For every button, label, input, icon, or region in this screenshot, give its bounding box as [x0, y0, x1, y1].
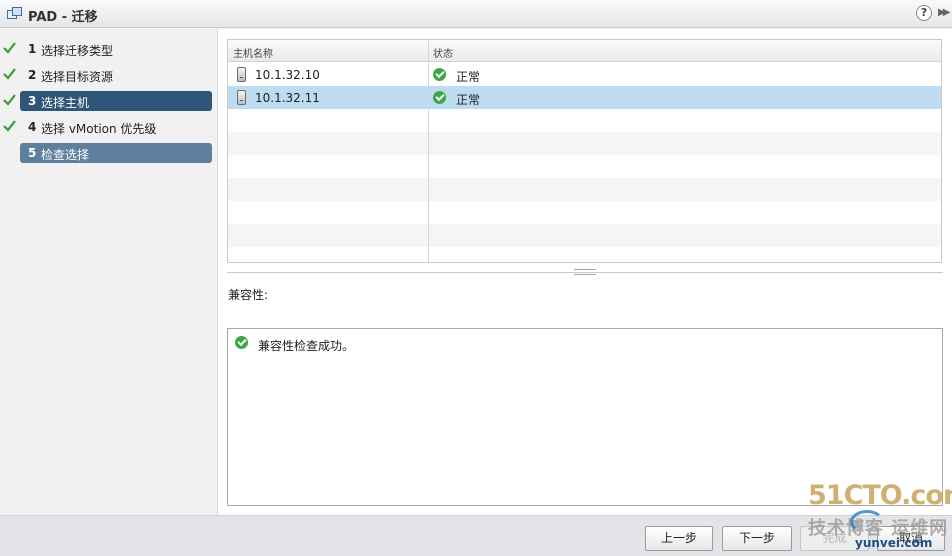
window-title: PAD - 迁移	[28, 10, 98, 25]
table-row[interactable]: 10.1.32.10 正常	[228, 63, 941, 86]
empty-row	[228, 224, 941, 247]
empty-row	[228, 155, 941, 178]
empty-row	[228, 132, 941, 155]
splitter-handle[interactable]	[574, 269, 596, 275]
host-icon	[237, 90, 246, 105]
watermark-logo-text: 51CTO.com	[808, 480, 952, 511]
check-icon	[3, 94, 16, 106]
step-1[interactable]: 1 选择迁移类型	[3, 39, 212, 59]
back-button[interactable]: 上一步	[645, 526, 713, 551]
column-header-status[interactable]: 状态	[433, 45, 453, 60]
step-label: 选择目标资源	[41, 70, 114, 84]
wizard-steps-sidebar: 1 选择迁移类型 2 选择目标资源 3 选择主机 4 选择 vMotion 优先…	[0, 29, 218, 515]
step-3[interactable]: 3 选择主机	[3, 91, 212, 111]
empty-row	[228, 109, 941, 132]
step-number: 1	[28, 42, 37, 56]
step-number: 3	[28, 94, 37, 108]
migrate-vm-icon	[7, 7, 22, 19]
step-label: 选择 vMotion 优先级	[41, 122, 157, 136]
watermark-url: yunvei.com	[855, 536, 933, 550]
step-number: 4	[28, 120, 37, 134]
success-icon	[235, 336, 248, 349]
empty-row	[228, 201, 941, 224]
help-icon[interactable]: ?	[916, 5, 932, 21]
title-bar: PAD - 迁移 ? ▶▶	[0, 0, 952, 28]
empty-row	[228, 178, 941, 201]
step-2[interactable]: 2 选择目标资源	[3, 65, 212, 85]
step-number: 2	[28, 68, 37, 82]
main-panel: 主机名称 状态 10.1.32.10 正常 10.1.32.11 正常 兼容性:…	[218, 29, 952, 515]
host-table: 主机名称 状态 10.1.32.10 正常 10.1.32.11 正常	[227, 39, 942, 263]
compatibility-message-text: 兼容性检查成功。	[258, 339, 355, 353]
host-name: 10.1.32.11	[255, 91, 320, 105]
host-name: 10.1.32.10	[255, 68, 320, 82]
status-ok-icon	[433, 68, 446, 81]
watermark-swirl-icon	[850, 510, 884, 534]
table-row[interactable]: 10.1.32.11 正常	[228, 86, 941, 109]
next-button[interactable]: 下一步	[722, 526, 792, 551]
expand-icon[interactable]: ▶▶	[938, 7, 951, 18]
site-watermark: 51CTO.com 技术博客 运维网 yunvei.com	[800, 480, 952, 554]
step-number: 5	[28, 146, 37, 160]
step-4[interactable]: 4 选择 vMotion 优先级	[3, 117, 212, 137]
step-5[interactable]: 5 检查选择	[20, 143, 212, 163]
step-label: 选择主机	[41, 96, 90, 110]
host-icon	[237, 67, 246, 82]
host-status: 正常	[456, 70, 481, 84]
column-header-host-name[interactable]: 主机名称	[233, 45, 273, 60]
table-header: 主机名称 状态	[228, 40, 941, 62]
step-label: 检查选择	[41, 148, 90, 162]
step-label: 选择迁移类型	[41, 44, 114, 58]
status-ok-icon	[433, 91, 446, 104]
check-icon	[3, 120, 16, 132]
compatibility-label: 兼容性:	[228, 288, 269, 302]
check-icon	[3, 68, 16, 80]
column-divider	[428, 40, 429, 262]
host-status: 正常	[456, 93, 481, 107]
check-icon	[3, 42, 16, 54]
